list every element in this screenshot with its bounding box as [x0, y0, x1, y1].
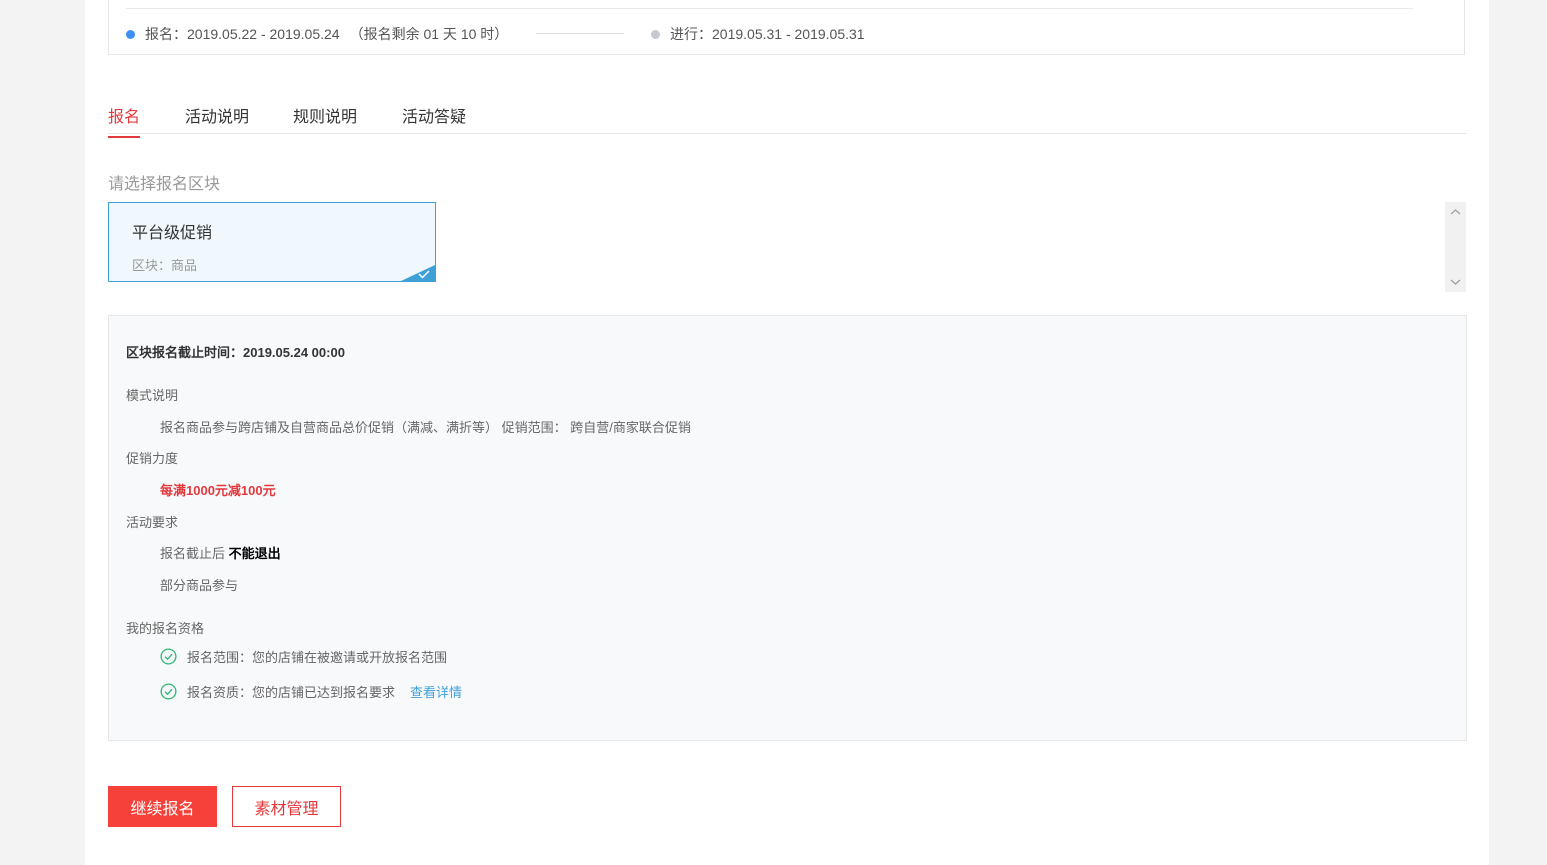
mode-text: 报名商品参与跨店铺及自营商品总价促销（满减、满折等） 促销范围： 跨自营/商家联…: [160, 420, 691, 435]
ongoing-range: 2019.05.31 - 2019.05.31: [712, 26, 865, 42]
checkmark-icon: [418, 270, 430, 279]
tab-faq[interactable]: 活动答疑: [402, 103, 466, 136]
requirement-partial: 部分商品参与: [160, 578, 239, 593]
promo-text: 每满1000元减100元: [160, 483, 276, 498]
block-details-panel: 区块报名截止时间：2019.05.24 00:00 模式说明 报名商品参与跨店铺…: [108, 315, 1467, 741]
qualification-title: 我的报名资格: [126, 621, 205, 636]
qualification-scope: 报名范围：您的店铺在被邀请或开放报名范围: [160, 647, 447, 666]
continue-signup-button[interactable]: 继续报名: [108, 786, 217, 827]
tab-activity-description[interactable]: 活动说明: [185, 103, 249, 136]
view-details-link[interactable]: 查看详情: [410, 682, 462, 701]
ongoing-dot-icon: [651, 29, 660, 39]
detail-tabs: 报名 活动说明 规则说明 活动答疑: [108, 96, 1467, 138]
signup-label: 报名：: [145, 26, 187, 42]
requirement-no-exit: 报名截止后 不能退出: [160, 543, 281, 562]
block-list-scrollbar[interactable]: [1445, 202, 1466, 292]
promo-title: 促销力度: [126, 451, 179, 466]
requirement-strong: 不能退出: [228, 546, 281, 561]
mode-title: 模式说明: [126, 388, 179, 403]
requirement-prefix: 报名截止后: [160, 546, 229, 561]
scroll-down-icon[interactable]: [1450, 278, 1461, 286]
timeline-divider: [126, 8, 1413, 9]
signup-range: 2019.05.22 - 2019.05.24: [187, 26, 340, 42]
check-circle-icon: [160, 683, 177, 700]
block-deadline: 区块报名截止时间：2019.05.24 00:00: [126, 345, 345, 360]
activity-timeline: 报名： 2019.05.22 - 2019.05.24 （报名剩余 01 天 1…: [108, 0, 1465, 55]
select-block-label: 请选择报名区块: [108, 176, 221, 193]
check-circle-icon: [160, 648, 177, 665]
signup-remaining: （报名剩余 01 天 10 时）: [349, 26, 509, 42]
qualification-scope-text: 报名范围：您的店铺在被邀请或开放报名范围: [187, 650, 448, 665]
main-content: 报名： 2019.05.22 - 2019.05.24 （报名剩余 01 天 1…: [85, 0, 1489, 865]
block-name: 平台级促销: [132, 225, 213, 242]
block-card-platform-promo[interactable]: 平台级促销 区块：商品: [108, 202, 436, 282]
ongoing-label: 进行：: [670, 26, 712, 42]
qualification-eligibility-text: 报名资质：您的店铺已达到报名要求: [187, 685, 396, 700]
requirements-title: 活动要求: [126, 515, 179, 530]
signup-phase: 报名： 2019.05.22 - 2019.05.24 （报名剩余 01 天 1…: [126, 24, 508, 44]
tab-rules[interactable]: 规则说明: [293, 103, 357, 136]
block-type: 区块：商品: [132, 258, 198, 273]
tab-signup[interactable]: 报名: [108, 103, 141, 138]
scroll-up-icon[interactable]: [1450, 208, 1461, 216]
phase-connector: [536, 33, 624, 34]
signup-dot-icon: [126, 29, 135, 39]
qualification-eligibility: 报名资质：您的店铺已达到报名要求 查看详情: [160, 682, 462, 701]
ongoing-phase: 进行： 2019.05.31 - 2019.05.31: [651, 24, 865, 44]
material-management-button[interactable]: 素材管理: [232, 786, 341, 827]
